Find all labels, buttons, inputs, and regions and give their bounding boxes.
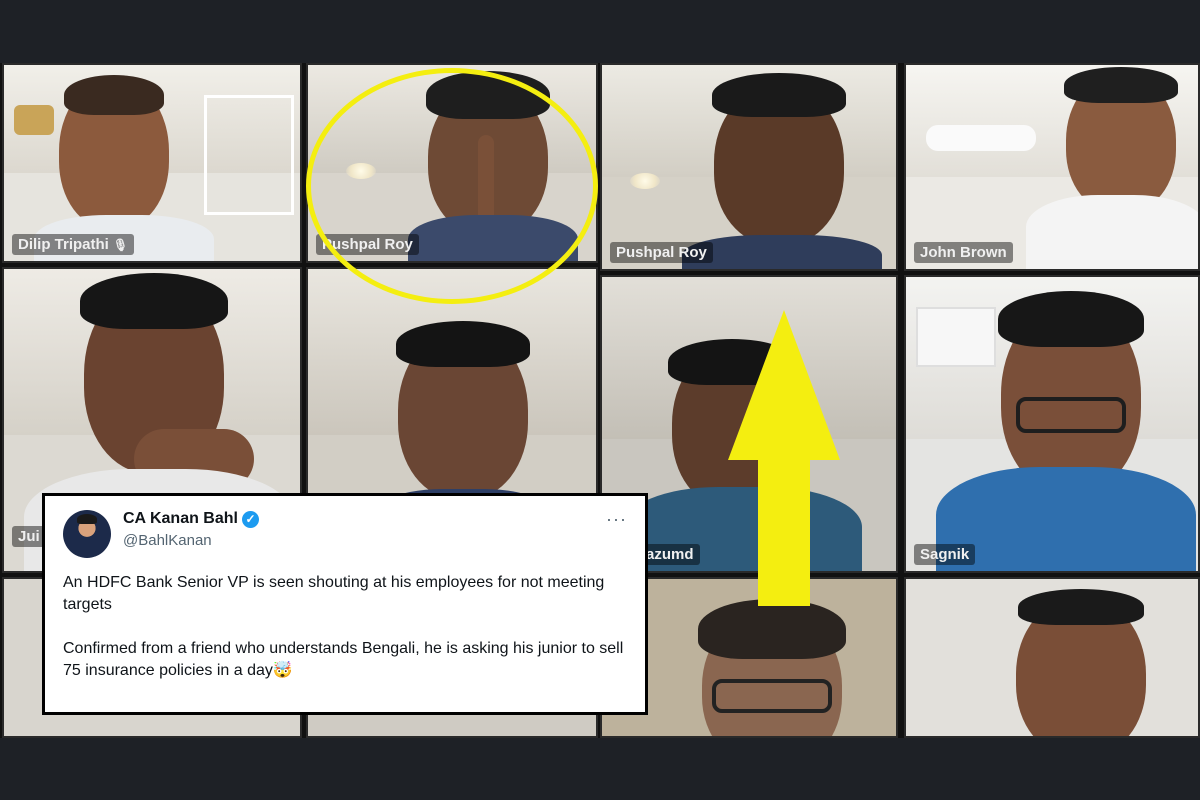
tweet-text: An HDFC Bank Senior VP is seen shouting … xyxy=(63,574,605,613)
tweet-author-handle[interactable]: @BahlKanan xyxy=(123,532,259,549)
participant-tile: Sagnik xyxy=(904,275,1200,573)
participant-name: Pushpal Roy xyxy=(610,242,713,263)
participant-tile: John Brown xyxy=(904,63,1200,271)
more-options-icon[interactable]: ··· xyxy=(606,510,627,528)
participant-tile: Dilip Tripathi 🎙 xyxy=(2,63,302,263)
avatar[interactable] xyxy=(63,510,111,558)
news-image: Dilip Tripathi🎙 Pushpal Roy Pushpal Roy xyxy=(0,0,1200,800)
tweet-author-name[interactable]: CA Kanan Bahl xyxy=(123,510,238,528)
participant-name: Dilip Tripathi 🎙 xyxy=(12,234,135,255)
tweet-text: Confirmed from a friend who understands … xyxy=(63,640,624,679)
participant-tile: Pushpal Roy xyxy=(600,63,898,271)
highlight-circle xyxy=(306,68,598,304)
verified-badge-icon: ✓ xyxy=(241,510,259,528)
participant-tile xyxy=(904,577,1200,738)
microphone-icon: 🎙 xyxy=(112,238,129,252)
arrow-up-icon xyxy=(728,310,840,606)
participant-name: Sagnik xyxy=(914,544,976,565)
tweet-card: CA Kanan Bahl ✓ @BahlKanan ··· An HDFC B… xyxy=(42,493,648,715)
participant-name: Jui xyxy=(12,526,46,547)
participant-name: John Brown xyxy=(914,242,1013,263)
